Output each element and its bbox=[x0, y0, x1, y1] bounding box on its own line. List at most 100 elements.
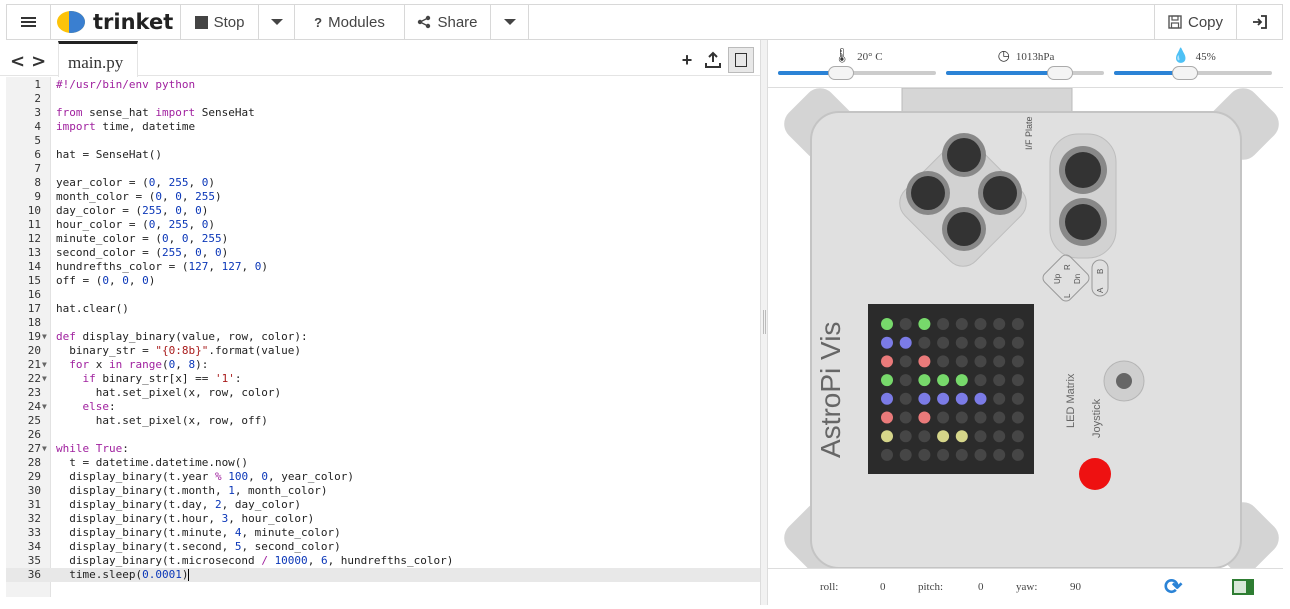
code-text: else: bbox=[82, 400, 116, 413]
code-line[interactable]: 6 hat = SenseHat() bbox=[6, 148, 760, 162]
code-line[interactable]: 15 off = (0, 0, 0) bbox=[6, 274, 760, 288]
code-line[interactable]: 24 ▼ else: bbox=[6, 400, 760, 414]
led-pixel bbox=[899, 430, 912, 443]
code-text: second_color = (255, 0, 0) bbox=[56, 246, 229, 259]
run-options-dropdown[interactable] bbox=[259, 5, 295, 39]
fold-toggle-icon[interactable]: ▼ bbox=[42, 330, 47, 344]
line-number: 30 bbox=[27, 484, 41, 497]
code-line[interactable]: 35 display_binary(t.microsecond / 10000,… bbox=[6, 554, 760, 568]
plus-icon[interactable]: + bbox=[676, 50, 698, 71]
led-pixel bbox=[974, 430, 987, 443]
modules-button[interactable]: ? Modules bbox=[295, 5, 405, 39]
roll-label: roll: bbox=[820, 581, 839, 593]
slider-handle[interactable] bbox=[1172, 66, 1199, 80]
code-line[interactable]: 8 year_color = (0, 255, 0) bbox=[6, 176, 760, 190]
code-line[interactable]: 7 bbox=[6, 162, 760, 176]
code-text: if binary_str[x] == '1': bbox=[82, 372, 242, 385]
code-line[interactable]: 25 hat.set_pixel(x, row, off) bbox=[6, 414, 760, 428]
led-pixel bbox=[899, 411, 912, 424]
code-text: time.sleep(0.0001) bbox=[56, 568, 190, 581]
code-text: for x in range(0, 8): bbox=[69, 358, 209, 371]
code-line[interactable]: 9 month_color = (0, 0, 255) bbox=[6, 190, 760, 204]
image-button[interactable] bbox=[728, 47, 754, 73]
code-line[interactable]: 23 hat.set_pixel(x, row, color) bbox=[6, 386, 760, 400]
fold-toggle-icon[interactable]: ▼ bbox=[42, 358, 47, 372]
stop-button[interactable]: Stop bbox=[181, 5, 259, 39]
code-text: hat.set_pixel(x, row, off) bbox=[56, 414, 268, 427]
code-line[interactable]: 11 hour_color = (0, 255, 0) bbox=[6, 218, 760, 232]
code-text: display_binary(t.minute, 4, minute_color… bbox=[56, 526, 341, 539]
led-pixel bbox=[955, 448, 968, 461]
chevron-left-icon[interactable]: < bbox=[10, 51, 31, 72]
led-pixel bbox=[918, 318, 931, 330]
temperature-slider[interactable] bbox=[778, 66, 936, 80]
code-line[interactable]: 3 from sense_hat import SenseHat bbox=[6, 106, 760, 120]
led-pixel bbox=[918, 448, 931, 461]
code-line[interactable]: 5 bbox=[6, 134, 760, 148]
upload-icon[interactable] bbox=[704, 51, 722, 69]
code-line[interactable]: 13 second_color = (255, 0, 0) bbox=[6, 246, 760, 260]
brand-logo[interactable]: trinket bbox=[51, 5, 181, 39]
code-line[interactable]: 30 display_binary(t.month, 1, month_colo… bbox=[6, 484, 760, 498]
code-line[interactable]: 29 display_binary(t.year % 100, 0, year_… bbox=[6, 470, 760, 484]
code-text: display_binary(t.second, 5, second_color… bbox=[56, 540, 341, 553]
button-label-a: A bbox=[1096, 287, 1105, 293]
gauge-icon: ◷ bbox=[997, 49, 1010, 64]
code-line[interactable]: 14 hundrefths_color = (127, 127, 0) bbox=[6, 260, 760, 274]
code-line[interactable]: 22 ▼ if binary_str[x] == '1': bbox=[6, 372, 760, 386]
line-number: 8 bbox=[34, 176, 41, 189]
led-pixel bbox=[955, 355, 968, 368]
code-line[interactable]: 12 minute_color = (0, 0, 255) bbox=[6, 232, 760, 246]
code-line[interactable]: 19 ▼ def display_binary(value, row, color)… bbox=[6, 330, 760, 344]
top-toolbar: trinket Stop ? Modules Share Copy bbox=[6, 4, 1283, 40]
code-text: from sense_hat import SenseHat bbox=[56, 106, 255, 119]
login-button[interactable] bbox=[1236, 5, 1282, 39]
pane-splitter[interactable] bbox=[760, 40, 768, 605]
code-line[interactable]: 33 display_binary(t.minute, 4, minute_co… bbox=[6, 526, 760, 540]
share-button[interactable]: Share bbox=[405, 5, 491, 39]
code-editor[interactable]: 1 #!/usr/bin/env python 2 3 from sense_hat i… bbox=[6, 77, 760, 597]
led-pixel bbox=[974, 392, 987, 405]
file-nav-arrows[interactable]: <> bbox=[10, 51, 52, 72]
code-line[interactable]: 26 bbox=[6, 428, 760, 442]
slider-handle[interactable] bbox=[828, 66, 855, 80]
code-line[interactable]: 18 bbox=[6, 316, 760, 330]
stop-icon bbox=[194, 15, 208, 29]
code-line[interactable]: 21 ▼ for x in range(0, 8): bbox=[6, 358, 760, 372]
chevron-right-icon[interactable]: > bbox=[31, 51, 52, 72]
code-line[interactable]: 34 display_binary(t.second, 5, second_co… bbox=[6, 540, 760, 554]
refresh-icon[interactable]: ⟳ bbox=[1164, 574, 1182, 600]
code-line[interactable]: 36 time.sleep(0.0001) bbox=[6, 568, 760, 582]
file-tab-main-py[interactable]: main.py bbox=[58, 41, 138, 77]
code-line[interactable]: 28 t = datetime.datetime.now() bbox=[6, 456, 760, 470]
code-line[interactable]: 32 display_binary(t.hour, 3, hour_color) bbox=[6, 512, 760, 526]
code-line[interactable]: 10 day_color = (255, 0, 0) bbox=[6, 204, 760, 218]
code-text: t = datetime.datetime.now() bbox=[56, 456, 249, 469]
red-button[interactable] bbox=[1079, 458, 1111, 490]
save-icon bbox=[1168, 15, 1182, 29]
code-line[interactable]: 17 hat.clear() bbox=[6, 302, 760, 316]
code-line[interactable]: 27 ▼ while True: bbox=[6, 442, 760, 456]
copy-button[interactable]: Copy bbox=[1154, 5, 1236, 39]
slider-handle[interactable] bbox=[1046, 66, 1073, 80]
code-line[interactable]: 1 #!/usr/bin/env python bbox=[6, 78, 760, 92]
code-text: hat.clear() bbox=[56, 302, 129, 315]
code-line[interactable]: 31 display_binary(t.day, 2, day_color) bbox=[6, 498, 760, 512]
fold-toggle-icon[interactable]: ▼ bbox=[42, 400, 47, 414]
code-line[interactable]: 2 bbox=[6, 92, 760, 106]
screen-icon[interactable] bbox=[1232, 579, 1254, 595]
droplet-icon: 💧 bbox=[1172, 49, 1190, 64]
led-pixel bbox=[899, 318, 912, 330]
pressure-slider[interactable] bbox=[946, 66, 1104, 80]
fold-toggle-icon[interactable]: ▼ bbox=[42, 372, 47, 386]
line-number: 17 bbox=[27, 302, 41, 315]
led-matrix-label: LED Matrix bbox=[1065, 373, 1077, 428]
menu-button[interactable] bbox=[7, 5, 51, 39]
code-line[interactable]: 20 binary_str = "{0:8b}".format(value) bbox=[6, 344, 760, 358]
fold-toggle-icon[interactable]: ▼ bbox=[42, 442, 47, 456]
code-line[interactable]: 16 bbox=[6, 288, 760, 302]
code-line[interactable]: 4 import time, datetime bbox=[6, 120, 760, 134]
share-options-dropdown[interactable] bbox=[491, 5, 529, 39]
line-number: 14 bbox=[27, 260, 41, 273]
humidity-slider[interactable] bbox=[1114, 66, 1272, 80]
